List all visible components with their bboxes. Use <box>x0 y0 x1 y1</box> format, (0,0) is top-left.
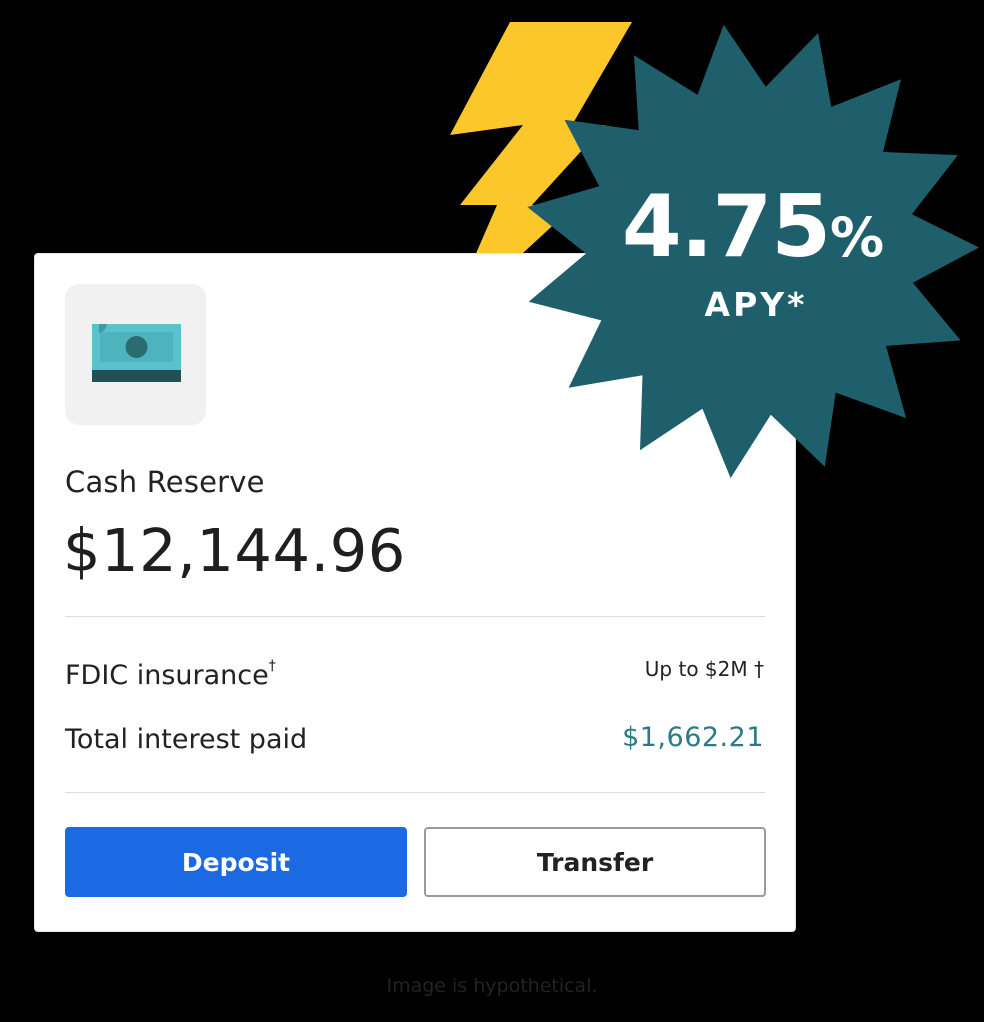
apy-rate-unit: % <box>830 206 885 269</box>
apy-rate-number: 4.75 <box>621 177 831 277</box>
apy-rate: 4.75% <box>618 184 888 270</box>
apy-starburst-badge <box>527 24 979 479</box>
disclaimer-text: Image is hypothetical. <box>386 975 598 997</box>
apy-label: APY* <box>704 285 808 324</box>
